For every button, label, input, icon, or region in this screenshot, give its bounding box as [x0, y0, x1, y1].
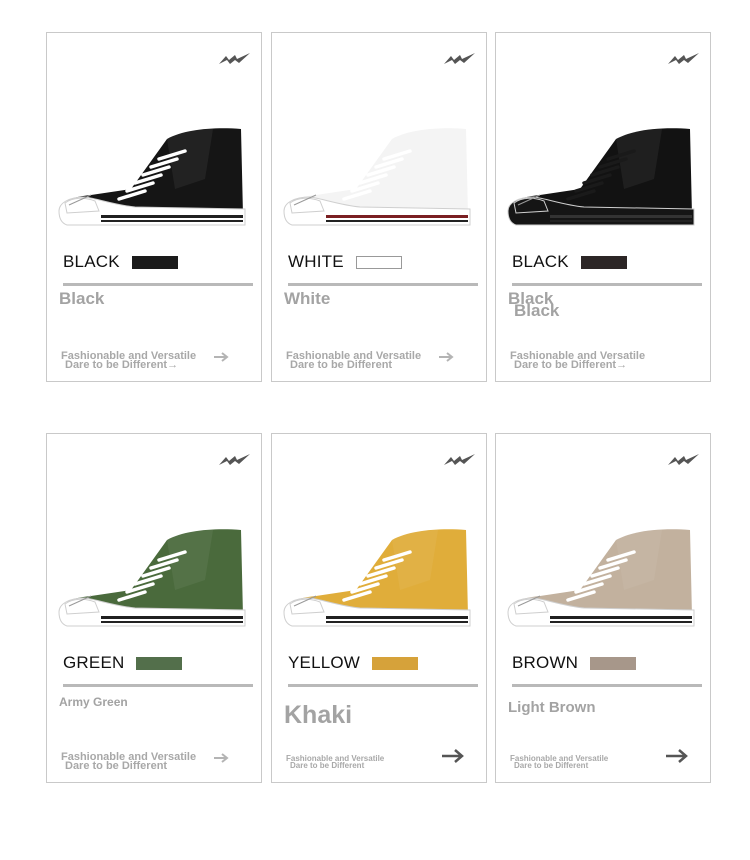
variant-line: Light Brown	[508, 699, 596, 716]
product-card-brown[interactable]: BROWN Light Brown Fashionable and Versat…	[495, 433, 711, 783]
variant-name: Black	[59, 290, 104, 307]
color-label: BLACK	[63, 252, 120, 271]
brand-logo-icon	[668, 53, 699, 64]
product-card-yellow[interactable]: YELLOW Khaki Fashionable and Versatile D…	[271, 433, 487, 783]
tagline: Fashionable and Versatile Dare to be Dif…	[286, 351, 421, 371]
sneaker-icon	[507, 128, 695, 226]
color-swatch[interactable]	[580, 255, 627, 269]
divider	[63, 684, 253, 687]
arrow-right-icon[interactable]	[213, 351, 229, 363]
divider	[512, 283, 702, 286]
variant-line-2: Black	[514, 301, 560, 320]
color-swatch[interactable]	[136, 656, 183, 670]
tagline: Fashionable and Versatile Dare to be Dif…	[61, 752, 196, 772]
color-swatch[interactable]	[372, 656, 419, 670]
color-swatch[interactable]	[590, 656, 637, 670]
sneaker-icon	[58, 128, 246, 226]
variant-line: White	[284, 289, 331, 308]
arrow-right-icon[interactable]	[438, 351, 454, 363]
tagline: Fashionable and Versatile Dare to be Dif…	[286, 755, 384, 770]
divider	[288, 283, 478, 286]
tagline-line-2: Dare to be Different→	[514, 359, 628, 371]
sneaker-icon	[283, 529, 471, 627]
tagline: Fashionable and Versatile Dare to be Dif…	[510, 351, 645, 371]
product-card-black-2[interactable]: BLACK Black Black Fashionable and Versat…	[495, 32, 711, 382]
brand-logo-icon	[668, 454, 699, 465]
arrow-right-icon[interactable]	[664, 747, 690, 765]
brand-logo-icon	[219, 454, 250, 465]
arrow-right-icon[interactable]	[440, 747, 466, 765]
sneaker-icon	[507, 529, 695, 627]
color-swatch[interactable]	[131, 255, 178, 269]
brand-logo-icon	[219, 53, 250, 64]
brand-logo-icon	[444, 53, 475, 64]
color-row: BLACK	[63, 252, 178, 272]
variant-name: Black Black	[508, 290, 560, 320]
variant-name: Light Brown	[508, 700, 595, 716]
color-label: YELLOW	[288, 653, 361, 672]
color-row: BLACK	[512, 252, 627, 272]
brand-logo-icon	[444, 454, 475, 465]
color-label: GREEN	[63, 653, 125, 672]
variant-line: Khaki	[284, 701, 353, 729]
variant-name: Khaki	[284, 702, 352, 728]
variant-line: Army Green	[59, 695, 128, 709]
color-label: BLACK	[512, 252, 569, 271]
color-swatch[interactable]	[355, 255, 402, 269]
divider	[288, 684, 478, 687]
color-row: GREEN	[63, 653, 183, 673]
color-label: BROWN	[512, 653, 579, 672]
tagline-line-2: Dare to be Different	[514, 761, 589, 770]
tagline: Fashionable and Versatile Dare to be Dif…	[61, 351, 196, 371]
tagline-line-2: Dare to be Different	[290, 761, 365, 770]
color-row: YELLOW	[288, 653, 419, 673]
variant-line: Black	[59, 289, 105, 308]
tagline-line-2: Dare to be Different	[290, 359, 393, 371]
color-row: BROWN	[512, 653, 637, 673]
variant-name: Army Green	[59, 696, 128, 708]
variant-name: White	[284, 290, 330, 307]
tagline-line-2: Dare to be Different→	[65, 359, 179, 371]
color-label: WHITE	[288, 252, 344, 271]
product-card-green[interactable]: GREEN Army Green Fashionable and Versati…	[46, 433, 262, 783]
tagline: Fashionable and Versatile Dare to be Dif…	[510, 755, 608, 770]
color-row: WHITE	[288, 252, 402, 272]
arrow-right-icon[interactable]	[213, 752, 229, 764]
sneaker-icon	[58, 529, 246, 627]
divider	[512, 684, 702, 687]
divider	[63, 283, 253, 286]
product-card-black[interactable]: BLACK Black Fashionable and Versatile Da…	[46, 32, 262, 382]
tagline-line-2: Dare to be Different	[65, 760, 168, 772]
sneaker-icon	[283, 128, 471, 226]
product-card-white[interactable]: WHITE White Fashionable and Versatile Da…	[271, 32, 487, 382]
